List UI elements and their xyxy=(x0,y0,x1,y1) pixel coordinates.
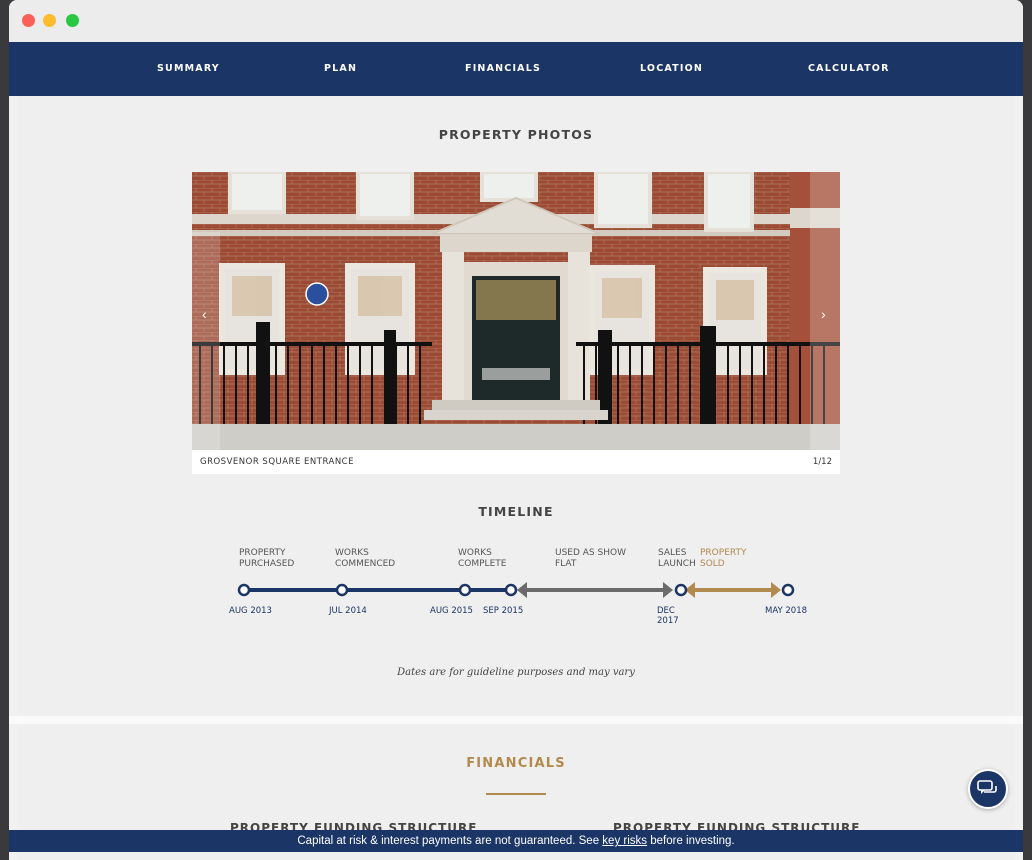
photo-counter: 1/12 xyxy=(812,457,832,467)
key-risks-link[interactable]: key risks xyxy=(602,835,647,847)
nav-location[interactable]: LOCATION xyxy=(640,63,703,74)
section-divider xyxy=(9,716,1023,724)
timeline-date-dec-2017: DEC 2017 xyxy=(657,606,679,626)
timeline-label-sales-launch: SALES LAUNCH xyxy=(658,548,696,569)
risk-warning-text-end: before investing. xyxy=(647,835,735,847)
timeline-node xyxy=(335,583,349,597)
nav-plan[interactable]: PLAN xyxy=(324,63,357,74)
chevron-left-icon[interactable]: ‹ xyxy=(202,306,207,322)
nav-summary[interactable]: SUMMARY xyxy=(157,63,220,74)
timeline-node xyxy=(237,583,251,597)
timeline-label-commenced: WORKS COMMENCED xyxy=(335,548,396,569)
timeline-heading: TIMELINE xyxy=(478,504,554,519)
timeline-node xyxy=(674,583,688,597)
building-image xyxy=(192,172,840,450)
timeline-node xyxy=(781,583,795,597)
photo-caption-bar: GROSVENOR SQUARE ENTRANCE 1/12 xyxy=(192,450,840,474)
timeline-node xyxy=(458,583,472,597)
chat-icon xyxy=(977,780,997,794)
timeline-date-aug-2015: AUG 2015 xyxy=(430,606,473,616)
minimize-window-button[interactable] xyxy=(43,14,56,27)
risk-warning-text: Capital at risk & interest payments are … xyxy=(297,835,603,847)
nav-calculator[interactable]: CALCULATOR xyxy=(808,63,890,74)
timeline-note: Dates are for guideline purposes and may… xyxy=(397,667,635,678)
financials-heading: FINANCIALS xyxy=(466,756,566,771)
close-window-button[interactable] xyxy=(22,14,35,27)
timeline-date-sep-2015: SEP 2015 xyxy=(483,606,524,616)
property-photo xyxy=(192,172,840,450)
title-bar xyxy=(9,0,1023,42)
timeline-label-show-flat: USED AS SHOW FLAT xyxy=(555,548,626,569)
timeline-label-purchased: PROPERTY PURCHASED xyxy=(239,548,295,569)
timeline-node xyxy=(504,583,518,597)
timeline-track xyxy=(237,582,795,598)
timeline-label-complete: WORKS COMPLETE xyxy=(458,548,507,569)
timeline-date-jul-2014: JUL 2014 xyxy=(329,606,367,616)
chat-button[interactable] xyxy=(968,769,1008,809)
chevron-right-icon[interactable]: › xyxy=(821,306,826,322)
nav-financials[interactable]: FINANCIALS xyxy=(465,63,541,74)
risk-warning-bar: Capital at risk & interest payments are … xyxy=(9,830,1023,852)
browser-window: SUMMARY PLAN FINANCIALS LOCATION CALCULA… xyxy=(9,0,1023,860)
timeline-label-sold: PROPERTY SOLD xyxy=(700,548,747,569)
photo-caption: GROSVENOR SQUARE ENTRANCE xyxy=(200,457,354,467)
timeline-date-may-2018: MAY 2018 xyxy=(765,606,808,616)
financials-divider xyxy=(486,793,546,795)
timeline-date-aug-2013: AUG 2013 xyxy=(229,606,272,616)
maximize-window-button[interactable] xyxy=(66,14,79,27)
photos-heading: PROPERTY PHOTOS xyxy=(438,127,594,142)
